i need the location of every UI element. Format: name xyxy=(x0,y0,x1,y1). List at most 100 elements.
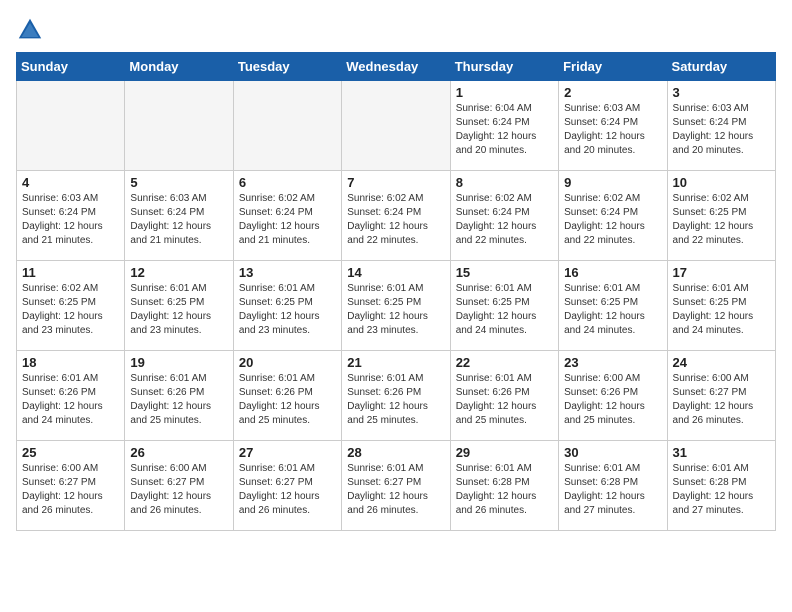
calendar-cell: 28 Sunrise: 6:01 AM Sunset: 6:27 PM Dayli… xyxy=(342,441,450,531)
day-number: 27 xyxy=(239,445,336,460)
day-info: Sunrise: 6:01 AM Sunset: 6:27 PM Dayligh… xyxy=(239,462,336,518)
calendar-table: SundayMondayTuesdayWednesdayThursdayFrid… xyxy=(16,52,776,531)
day-number: 15 xyxy=(456,265,553,280)
day-info: Sunrise: 6:01 AM Sunset: 6:28 PM Dayligh… xyxy=(564,462,661,518)
day-number: 3 xyxy=(673,85,770,100)
day-number: 5 xyxy=(130,175,227,190)
day-header-sunday: Sunday xyxy=(17,53,125,81)
day-number: 2 xyxy=(564,85,661,100)
calendar-cell: 8 Sunrise: 6:02 AM Sunset: 6:24 PM Daylig… xyxy=(450,171,558,261)
calendar-week-3: 11 Sunrise: 6:02 AM Sunset: 6:25 PM Dayli… xyxy=(17,261,776,351)
calendar-cell: 29 Sunrise: 6:01 AM Sunset: 6:28 PM Dayli… xyxy=(450,441,558,531)
calendar-cell: 30 Sunrise: 6:01 AM Sunset: 6:28 PM Dayli… xyxy=(559,441,667,531)
calendar-cell: 3 Sunrise: 6:03 AM Sunset: 6:24 PM Daylig… xyxy=(667,81,775,171)
day-info: Sunrise: 6:01 AM Sunset: 6:25 PM Dayligh… xyxy=(239,282,336,338)
calendar-cell: 26Sunrise: 6:00 AM Sunset: 6:27 PM Dayli… xyxy=(125,441,233,531)
calendar-cell xyxy=(233,81,341,171)
day-info: Sunrise: 6:03 AM Sunset: 6:24 PM Dayligh… xyxy=(22,192,119,248)
day-number: 6 xyxy=(239,175,336,190)
day-info: Sunrise: 6:01 AM Sunset: 6:27 PM Dayligh… xyxy=(347,462,444,518)
calendar-cell: 13Sunrise: 6:01 AM Sunset: 6:25 PM Dayli… xyxy=(233,261,341,351)
day-info: Sunrise: 6:01 AM Sunset: 6:26 PM Dayligh… xyxy=(239,372,336,428)
calendar-cell: 10 Sunrise: 6:02 AM Sunset: 6:25 PM Dayli… xyxy=(667,171,775,261)
calendar-cell: 7 Sunrise: 6:02 AM Sunset: 6:24 PM Daylig… xyxy=(342,171,450,261)
page-header xyxy=(16,16,776,44)
day-header-saturday: Saturday xyxy=(667,53,775,81)
calendar-cell: 12 Sunrise: 6:01 AM Sunset: 6:25 PM Dayli… xyxy=(125,261,233,351)
day-number: 29 xyxy=(456,445,553,460)
calendar-cell xyxy=(342,81,450,171)
calendar-cell: 2 Sunrise: 6:03 AM Sunset: 6:24 PM Daylig… xyxy=(559,81,667,171)
calendar-header-row: SundayMondayTuesdayWednesdayThursdayFrid… xyxy=(17,53,776,81)
day-header-monday: Monday xyxy=(125,53,233,81)
day-info: Sunrise: 6:02 AM Sunset: 6:24 PM Dayligh… xyxy=(564,192,661,248)
day-number: 11 xyxy=(22,265,119,280)
day-number: 1 xyxy=(456,85,553,100)
calendar-cell: 15Sunrise: 6:01 AM Sunset: 6:25 PM Dayli… xyxy=(450,261,558,351)
day-info: Sunrise: 6:00 AM Sunset: 6:27 PM Dayligh… xyxy=(22,462,119,518)
day-number: 14 xyxy=(347,265,444,280)
day-info: Sunrise: 6:02 AM Sunset: 6:24 PM Dayligh… xyxy=(456,192,553,248)
day-info: Sunrise: 6:02 AM Sunset: 6:25 PM Dayligh… xyxy=(673,192,770,248)
day-header-wednesday: Wednesday xyxy=(342,53,450,81)
calendar-cell: 19Sunrise: 6:01 AM Sunset: 6:26 PM Dayli… xyxy=(125,351,233,441)
calendar-cell: 23 Sunrise: 6:00 AM Sunset: 6:26 PM Dayli… xyxy=(559,351,667,441)
day-info: Sunrise: 6:01 AM Sunset: 6:28 PM Dayligh… xyxy=(673,462,770,518)
day-number: 31 xyxy=(673,445,770,460)
calendar-cell: 24Sunrise: 6:00 AM Sunset: 6:27 PM Dayli… xyxy=(667,351,775,441)
calendar-week-4: 18 Sunrise: 6:01 AM Sunset: 6:26 PM Dayli… xyxy=(17,351,776,441)
day-number: 25 xyxy=(22,445,119,460)
day-number: 22 xyxy=(456,355,553,370)
day-number: 24 xyxy=(673,355,770,370)
day-info: Sunrise: 6:01 AM Sunset: 6:26 PM Dayligh… xyxy=(130,372,227,428)
day-header-tuesday: Tuesday xyxy=(233,53,341,81)
calendar-cell xyxy=(17,81,125,171)
day-number: 8 xyxy=(456,175,553,190)
calendar-cell: 6 Sunrise: 6:02 AM Sunset: 6:24 PM Daylig… xyxy=(233,171,341,261)
day-info: Sunrise: 6:04 AM Sunset: 6:24 PM Dayligh… xyxy=(456,102,553,158)
calendar-cell: 14Sunrise: 6:01 AM Sunset: 6:25 PM Dayli… xyxy=(342,261,450,351)
calendar-cell: 5 Sunrise: 6:03 AM Sunset: 6:24 PM Daylig… xyxy=(125,171,233,261)
day-info: Sunrise: 6:02 AM Sunset: 6:25 PM Dayligh… xyxy=(22,282,119,338)
day-number: 26 xyxy=(130,445,227,460)
calendar-cell: 16 Sunrise: 6:01 AM Sunset: 6:25 PM Dayli… xyxy=(559,261,667,351)
calendar-cell xyxy=(125,81,233,171)
day-info: Sunrise: 6:02 AM Sunset: 6:24 PM Dayligh… xyxy=(239,192,336,248)
day-info: Sunrise: 6:02 AM Sunset: 6:24 PM Dayligh… xyxy=(347,192,444,248)
calendar-cell: 22Sunrise: 6:01 AM Sunset: 6:26 PM Dayli… xyxy=(450,351,558,441)
calendar-cell: 27 Sunrise: 6:01 AM Sunset: 6:27 PM Dayli… xyxy=(233,441,341,531)
day-info: Sunrise: 6:03 AM Sunset: 6:24 PM Dayligh… xyxy=(130,192,227,248)
day-info: Sunrise: 6:01 AM Sunset: 6:25 PM Dayligh… xyxy=(564,282,661,338)
day-info: Sunrise: 6:03 AM Sunset: 6:24 PM Dayligh… xyxy=(673,102,770,158)
day-info: Sunrise: 6:01 AM Sunset: 6:26 PM Dayligh… xyxy=(22,372,119,428)
day-info: Sunrise: 6:01 AM Sunset: 6:28 PM Dayligh… xyxy=(456,462,553,518)
day-info: Sunrise: 6:03 AM Sunset: 6:24 PM Dayligh… xyxy=(564,102,661,158)
day-info: Sunrise: 6:00 AM Sunset: 6:26 PM Dayligh… xyxy=(564,372,661,428)
calendar-cell: 31 Sunrise: 6:01 AM Sunset: 6:28 PM Dayli… xyxy=(667,441,775,531)
calendar-week-2: 4Sunrise: 6:03 AM Sunset: 6:24 PM Daylig… xyxy=(17,171,776,261)
day-number: 17 xyxy=(673,265,770,280)
day-number: 7 xyxy=(347,175,444,190)
day-number: 12 xyxy=(130,265,227,280)
day-number: 20 xyxy=(239,355,336,370)
calendar-cell: 1 Sunrise: 6:04 AM Sunset: 6:24 PM Daylig… xyxy=(450,81,558,171)
day-number: 30 xyxy=(564,445,661,460)
day-info: Sunrise: 6:01 AM Sunset: 6:25 PM Dayligh… xyxy=(130,282,227,338)
day-number: 18 xyxy=(22,355,119,370)
calendar-week-5: 25 Sunrise: 6:00 AM Sunset: 6:27 PM Dayli… xyxy=(17,441,776,531)
calendar-cell: 9 Sunrise: 6:02 AM Sunset: 6:24 PM Daylig… xyxy=(559,171,667,261)
calendar-cell: 20 Sunrise: 6:01 AM Sunset: 6:26 PM Dayli… xyxy=(233,351,341,441)
calendar-cell: 4Sunrise: 6:03 AM Sunset: 6:24 PM Daylig… xyxy=(17,171,125,261)
day-header-friday: Friday xyxy=(559,53,667,81)
logo xyxy=(16,16,48,44)
day-number: 21 xyxy=(347,355,444,370)
day-number: 16 xyxy=(564,265,661,280)
day-number: 28 xyxy=(347,445,444,460)
day-number: 9 xyxy=(564,175,661,190)
day-number: 23 xyxy=(564,355,661,370)
calendar-week-1: 1 Sunrise: 6:04 AM Sunset: 6:24 PM Daylig… xyxy=(17,81,776,171)
calendar-cell: 18 Sunrise: 6:01 AM Sunset: 6:26 PM Dayli… xyxy=(17,351,125,441)
day-number: 10 xyxy=(673,175,770,190)
calendar-cell: 21Sunrise: 6:01 AM Sunset: 6:26 PM Dayli… xyxy=(342,351,450,441)
logo-icon xyxy=(16,16,44,44)
